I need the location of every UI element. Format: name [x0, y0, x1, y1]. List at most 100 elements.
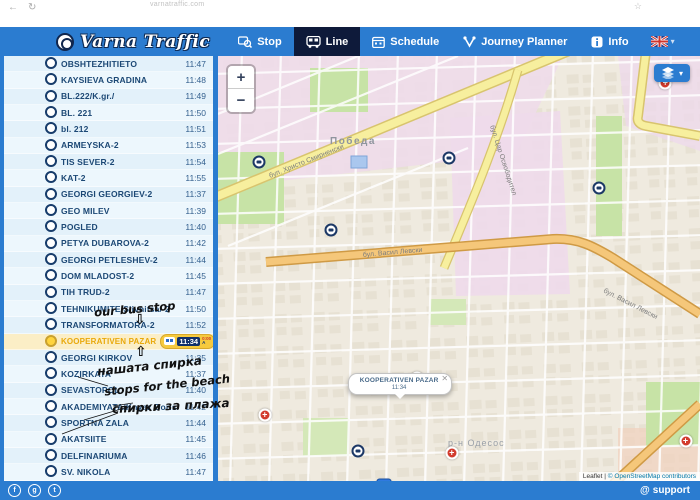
map-canvas[interactable]: Победабул. Христо Смирненскибул. Цар Осв…	[218, 56, 700, 481]
nav-tab-label: Schedule	[390, 36, 439, 48]
stop-name: SPORTNA ZALA	[61, 418, 129, 428]
stop-row[interactable]: TIS SEVER-211:54	[4, 154, 213, 170]
stop-marker-dot	[45, 367, 57, 379]
stop-marker-dot	[45, 302, 57, 314]
nav-tab-schedule[interactable]: Schedule	[360, 27, 451, 56]
browser-chrome: ← ↻ varnatraffic.com ☆	[0, 0, 700, 28]
nav-tab-info[interactable]: Info	[579, 27, 640, 56]
bus-stop-marker[interactable]	[351, 445, 364, 458]
stop-arrival-time: 11:48	[185, 75, 206, 85]
stop-row[interactable]: BL.222/K.gr./11:49	[4, 89, 213, 105]
zoom-out-button[interactable]: −	[228, 89, 254, 112]
stop-row[interactable]: GEORGI KIRKOV11:35	[4, 350, 213, 366]
stop-row[interactable]: BL. 22111:50	[4, 105, 213, 121]
support-link[interactable]: @ support	[640, 485, 690, 496]
twitter-icon[interactable]: t	[48, 484, 61, 497]
google-plus-icon[interactable]: g	[28, 484, 41, 497]
stop-marker-dot	[45, 416, 57, 428]
stop-marker-dot	[45, 351, 57, 363]
stop-arrival-time: 11:55	[185, 173, 206, 183]
stop-row[interactable]: SEVASTOPOL11:40	[4, 383, 213, 399]
stop-arrival-time: 11:51	[185, 124, 206, 134]
stop-arrival-time: 11:45	[185, 271, 206, 281]
stop-row[interactable]: ARMEYSKA-211:53	[4, 138, 213, 154]
brand[interactable]: Varna Traffic	[56, 27, 210, 56]
stop-name: KOOPERATIVEN PAZAR	[61, 337, 156, 346]
language-selector[interactable]: ▾	[641, 27, 685, 56]
bus-glyph-icon	[355, 450, 360, 453]
nav-tab-stop[interactable]: Stop	[226, 27, 293, 56]
popup-stop-name: KOOPERATIVEN PAZAR	[355, 377, 443, 384]
stop-arrival-time: 11:50	[185, 304, 206, 314]
stop-name: GEORGI KIRKOV	[61, 353, 132, 363]
stop-row[interactable]: GEORGI GEORGIEV-211:37	[4, 187, 213, 203]
stop-popup: ✕ KOOPERATIVEN PAZAR 11:34	[348, 373, 452, 395]
stop-name: KOZIRKATA	[61, 369, 111, 379]
bus-stop-marker[interactable]	[592, 181, 605, 194]
leaflet-credit[interactable]: Leaflet	[583, 473, 603, 480]
stop-row[interactable]: SPORTNA ZALA 11:44	[4, 415, 213, 431]
stop-row[interactable]: bl. 21211:51	[4, 121, 213, 137]
bus-line-icon	[306, 36, 321, 48]
stop-row[interactable]: GEORGI PETLESHEV-211:44	[4, 252, 213, 268]
stop-row[interactable]: KAT-2 11:55	[4, 170, 213, 186]
bus-stop-marker[interactable]	[443, 152, 456, 165]
stop-arrival-time: 11:45	[185, 434, 206, 444]
stop-arrival-time: 11:44	[185, 418, 206, 428]
stop-arrival-time: 11:47	[185, 287, 206, 297]
map-attribution: Leaflet | © OpenStreetMap contributors	[579, 472, 700, 481]
stop-row-active[interactable]: KOOPERATIVEN PAZAR 11:340:00A	[4, 334, 213, 350]
nav-tab-line[interactable]: Line	[294, 27, 361, 56]
stop-arrival-time: 11:53	[185, 140, 206, 150]
stop-marker-dot	[45, 171, 57, 183]
bus-glyph-icon	[329, 229, 334, 232]
stop-row[interactable]: SV. NIKOLA11:47	[4, 464, 213, 480]
map[interactable]: Победабул. Христо Смирненскибул. Цар Осв…	[218, 56, 700, 481]
stop-row[interactable]: GEO MILEV11:39	[4, 203, 213, 219]
zoom-in-button[interactable]: +	[228, 66, 254, 89]
medical-cross-marker[interactable]: +	[258, 409, 271, 422]
stop-row[interactable]: TRANSFORMATORA-211:52	[4, 317, 213, 333]
stop-marker-dot	[45, 449, 57, 461]
medical-cross-marker[interactable]: +	[679, 435, 692, 448]
stop-row[interactable]: TEHNIKUMITE/Slivnitsa/-211:50	[4, 301, 213, 317]
bus-stop-marker[interactable]	[252, 156, 265, 169]
route-stops-sidebar: OBSHTEZHITIETO11:47KAYSIEVA GRADINA11:48…	[0, 56, 218, 481]
live-bus-pill[interactable]: 11:340:00A	[160, 334, 215, 349]
stop-name: TRANSFORMATORA-2	[61, 320, 155, 330]
bookmark-star-icon[interactable]: ☆	[634, 1, 642, 12]
stop-row[interactable]: DOM MLADOST-211:45	[4, 268, 213, 284]
stop-search-icon	[238, 36, 252, 48]
popup-close-icon[interactable]: ✕	[441, 375, 448, 383]
stop-row[interactable]: KAYSIEVA GRADINA11:48	[4, 72, 213, 88]
stop-arrival-time: 11:47	[185, 467, 206, 477]
stop-name: POGLED	[61, 222, 98, 232]
bus-stop-marker[interactable]	[325, 224, 338, 237]
journey-planner-icon	[463, 36, 476, 48]
stop-row[interactable]: KOZIRKATA11:37	[4, 366, 213, 382]
top-navbar: Varna Traffic Stop Line	[0, 27, 700, 56]
stop-row[interactable]: AKATSIITE11:45	[4, 432, 213, 448]
live-bus-marker[interactable]	[377, 479, 392, 482]
medical-cross-marker[interactable]: +	[445, 446, 458, 459]
varna-traffic-logo-icon	[56, 33, 74, 51]
browser-refresh-icon[interactable]: ↻	[28, 2, 36, 13]
stop-marker-dot	[45, 237, 57, 249]
stop-marker-dot	[45, 400, 57, 412]
osm-credit[interactable]: © OpenStreetMap contributors	[608, 473, 696, 480]
address-bar[interactable]: varnatraffic.com	[150, 1, 204, 8]
layers-button[interactable]: ▾	[654, 64, 690, 82]
stop-marker-dot	[45, 204, 57, 216]
stop-name: AKADEMIYATA/Knyaz Boris/	[61, 402, 179, 412]
stop-row[interactable]: POGLED11:40	[4, 219, 213, 235]
browser-back-icon[interactable]: ←	[8, 2, 18, 13]
stop-row[interactable]: AKADEMIYATA/Knyaz Boris/11:42	[4, 399, 213, 415]
stop-row[interactable]: OBSHTEZHITIETO11:47	[4, 56, 213, 72]
stop-row[interactable]: PETYA DUBAROVA-211:42	[4, 236, 213, 252]
stop-row[interactable]: TIH TRUD-211:47	[4, 285, 213, 301]
stop-row[interactable]: DELFINARIUMA11:46	[4, 448, 213, 464]
facebook-icon[interactable]: f	[8, 484, 21, 497]
stop-name: PETYA DUBAROVA-2	[61, 238, 149, 248]
stop-name: KAT-2	[61, 173, 86, 183]
nav-tab-journey-planner[interactable]: Journey Planner	[451, 27, 579, 56]
